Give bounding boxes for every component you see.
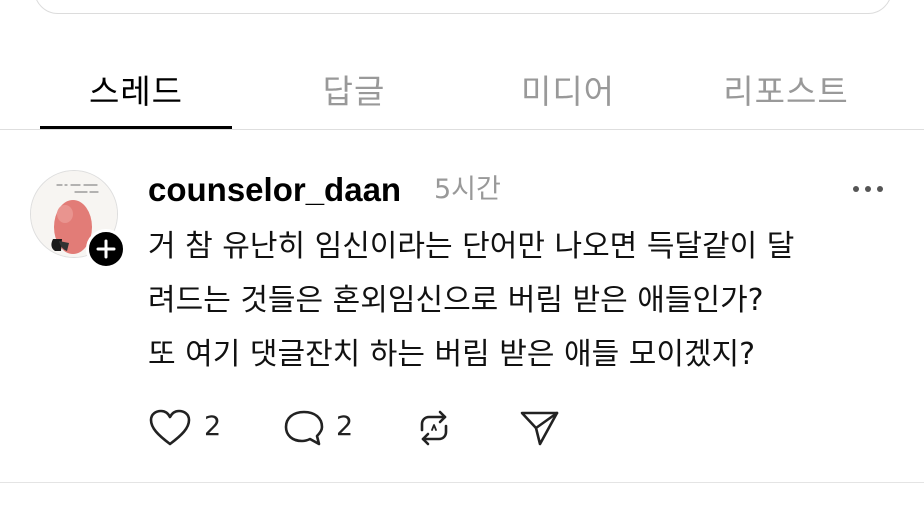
plus-icon (96, 239, 116, 259)
more-options-button[interactable] (850, 178, 886, 200)
tab-replies[interactable]: 답글 (258, 62, 450, 122)
post-text-line: 거 참 유난히 임신이라는 단어만 나오면 득달같이 달 (148, 229, 795, 264)
follow-button[interactable] (86, 229, 126, 269)
post-username[interactable]: counselor_daan (148, 170, 401, 210)
post-text-line: 려드는 것들은 혼외임신으로 버림 받은 애들인가? (148, 283, 764, 318)
repost-icon (420, 410, 448, 446)
comment-button[interactable]: 2 (282, 402, 362, 452)
share-button[interactable] (518, 402, 562, 452)
post-text-line: 또 여기 댓글잔치 하는 버림 받은 애들 모이겠지? (148, 337, 756, 372)
more-horizontal-icon (853, 186, 883, 192)
like-button[interactable]: 2 (148, 402, 228, 452)
heart-icon (149, 409, 191, 446)
tab-media[interactable]: 미디어 (472, 62, 664, 122)
search-bar[interactable] (34, 0, 892, 14)
tab-threads[interactable]: 스레드 (40, 62, 232, 122)
profile-tabs: 스레드 답글 미디어 리포스트 (0, 52, 924, 130)
post-actions: 2 2 (148, 402, 628, 452)
like-count: 2 (204, 411, 222, 442)
repost-button[interactable] (412, 402, 456, 452)
comment-bubble-icon (284, 410, 324, 446)
post-content: 거 참 유난히 임신이라는 단어만 나오면 득달같이 달 려드는 것들은 혼외임… (148, 220, 908, 382)
post-divider (0, 482, 924, 483)
send-icon (520, 411, 559, 446)
post-timestamp: 5시간 (434, 174, 501, 205)
comment-count: 2 (336, 411, 354, 442)
tab-reposts[interactable]: 리포스트 (690, 62, 882, 122)
thread-post[interactable]: counselor_daan 5시간 거 참 유난히 임신이라는 단어만 나오면… (0, 130, 924, 482)
avatar-container (30, 170, 126, 269)
